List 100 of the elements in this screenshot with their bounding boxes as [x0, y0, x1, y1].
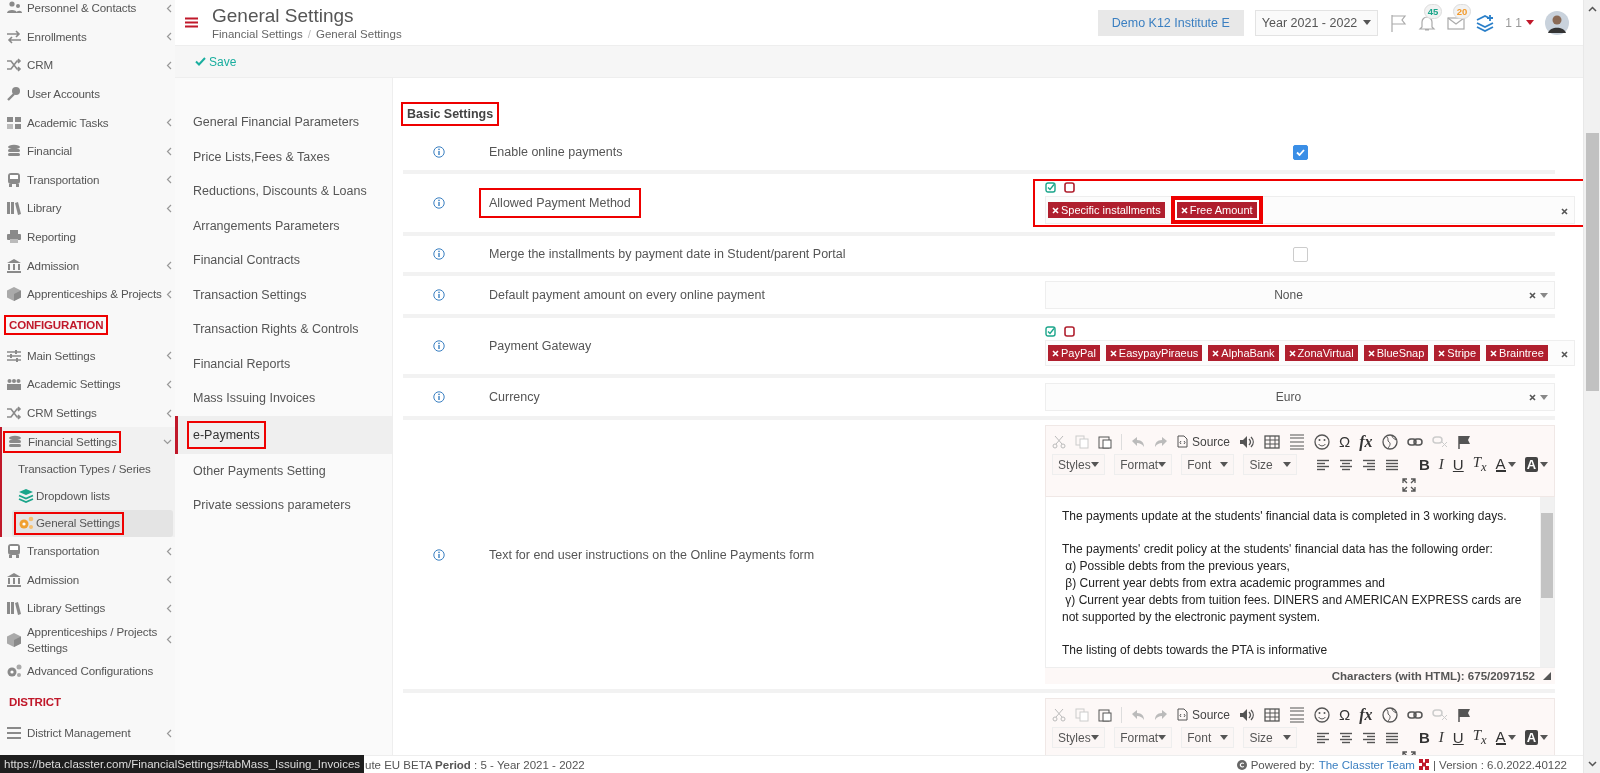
special-character-button[interactable]: Ω — [1339, 432, 1351, 451]
dropdown[interactable]: Format — [1114, 454, 1173, 475]
speaker-icon[interactable] — [1239, 434, 1256, 449]
flag-icon[interactable] — [1456, 434, 1471, 449]
sidebar-item[interactable]: Library Settings — [0, 594, 175, 623]
subnav-item[interactable]: Price Lists,Fees & Taxes — [175, 139, 392, 174]
align-left-icon[interactable] — [1316, 731, 1331, 744]
formula-button[interactable]: fx — [1359, 704, 1373, 725]
select-all-icon[interactable] — [1045, 326, 1056, 337]
tag-field[interactable]: PayPal EasypayPiraeus AlphaBank ZonaVirtual BlueSnap Stripe Braintree — [1045, 340, 1575, 366]
select-field[interactable]: Euro — [1045, 383, 1555, 411]
subnav-item[interactable]: Reductions, Discounts & Loans — [175, 174, 392, 209]
checkbox[interactable] — [1292, 144, 1308, 160]
team-link[interactable]: The Classter Team — [1318, 758, 1415, 771]
horizontal-rule-icon[interactable] — [1289, 706, 1306, 723]
align-center-icon[interactable] — [1339, 731, 1354, 744]
sidebar-subitem[interactable]: Transaction Types / Series — [12, 455, 173, 483]
globe-icon[interactable] — [1381, 433, 1398, 450]
tag[interactable]: Specific installments — [1046, 200, 1167, 220]
globe-icon[interactable] — [1381, 706, 1398, 723]
subnav-item[interactable]: Transaction Rights & Controls — [175, 312, 392, 347]
deselect-all-icon[interactable] — [1064, 182, 1075, 193]
subnav-item[interactable]: Arrangements Parameters — [175, 208, 392, 243]
text-color-button[interactable]: A — [1495, 456, 1516, 473]
dropdown[interactable]: Styles — [1052, 727, 1106, 748]
dropdown[interactable]: Size — [1243, 454, 1297, 475]
sidebar-item[interactable]: Transportation — [0, 165, 175, 195]
dropdown[interactable]: Font — [1181, 727, 1235, 748]
tag[interactable]: ZonaVirtual — [1282, 343, 1360, 363]
clipboard-icon[interactable] — [1098, 707, 1112, 722]
sidebar-item[interactable]: User Accounts — [0, 79, 175, 109]
select-all-icon[interactable] — [1045, 182, 1056, 193]
tag[interactable]: Free Amount — [1172, 198, 1261, 222]
flag-icon[interactable] — [1456, 707, 1471, 722]
sidebar-item[interactable]: Enrollments — [0, 22, 175, 52]
layers-plus-icon[interactable] — [1476, 13, 1495, 32]
sidebar-item[interactable]: Apprenticeships & Projects — [0, 279, 175, 309]
info-icon[interactable] — [433, 391, 445, 403]
source-button[interactable]: Source — [1177, 434, 1231, 449]
align-center-icon[interactable] — [1339, 458, 1354, 471]
special-character-button[interactable]: Ω — [1339, 705, 1351, 724]
justify-icon[interactable] — [1385, 731, 1400, 744]
sidebar-item[interactable]: Apprenticeships / Projects Settings — [0, 622, 175, 658]
sidebar-item[interactable]: CRM — [0, 51, 175, 80]
dropdown[interactable]: Size — [1243, 727, 1297, 748]
bold-button[interactable]: B — [1419, 728, 1430, 747]
maximize-icon[interactable] — [1402, 478, 1416, 492]
info-icon[interactable] — [433, 289, 445, 301]
table-icon[interactable] — [1264, 707, 1281, 722]
align-right-icon[interactable] — [1362, 458, 1377, 471]
source-button[interactable]: Source — [1177, 707, 1231, 722]
sidebar-item[interactable]: Financial Settings — [2, 427, 175, 456]
sidebar-item[interactable]: Academic Settings — [0, 370, 175, 399]
bold-button[interactable]: B — [1419, 455, 1430, 474]
sidebar-subitem[interactable]: General Settings — [12, 509, 173, 537]
justify-icon[interactable] — [1385, 458, 1400, 471]
sidebar-item[interactable]: Main Settings — [0, 341, 175, 371]
deselect-all-icon[interactable] — [1064, 326, 1075, 337]
info-icon[interactable] — [433, 340, 445, 352]
info-icon[interactable] — [433, 548, 445, 561]
subnav-item[interactable]: General Financial Parameters — [175, 105, 392, 140]
tag[interactable]: EasypayPiraeus — [1103, 343, 1205, 363]
tag[interactable]: Braintree — [1484, 343, 1550, 363]
info-icon[interactable] — [433, 197, 445, 209]
table-icon[interactable] — [1264, 434, 1281, 449]
menu-icon[interactable] — [185, 17, 198, 28]
subnav-item[interactable]: Other Payments Setting — [175, 453, 392, 488]
sidebar-item[interactable]: Transportation — [0, 536, 175, 566]
sidebar-subitem[interactable]: Dropdown lists — [12, 482, 173, 510]
sidebar-item[interactable]: Financial — [0, 136, 175, 166]
subnav-item[interactable]: Mass Issuing Invoices — [175, 381, 392, 416]
horizontal-rule-icon[interactable] — [1289, 433, 1306, 450]
text-color-button[interactable]: A — [1495, 729, 1516, 746]
subnav-item[interactable]: Financial Contracts — [175, 243, 392, 278]
subnav-item[interactable]: Private sessions parameters — [175, 488, 392, 523]
remove-format-button[interactable]: T$_{x}$ — [1472, 453, 1487, 476]
remove-format-button[interactable]: T$_{x}$ — [1472, 726, 1487, 749]
sidebar-item[interactable]: Library — [0, 194, 175, 223]
align-right-icon[interactable] — [1362, 731, 1377, 744]
formula-button[interactable]: fx — [1359, 431, 1373, 452]
clipboard-icon[interactable] — [1098, 434, 1112, 449]
tag[interactable]: Stripe — [1432, 343, 1483, 363]
dropdown[interactable]: Font — [1181, 454, 1235, 475]
info-icon[interactable] — [433, 146, 445, 158]
tag-field[interactable]: Specific installments Free Amount — [1045, 196, 1575, 224]
smiley-icon[interactable] — [1314, 706, 1331, 723]
subnav-item[interactable]: e-Payments — [175, 415, 392, 454]
italic-button[interactable]: I — [1438, 455, 1444, 474]
underline-button[interactable]: U — [1452, 455, 1464, 474]
subnav-item[interactable]: Transaction Settings — [175, 277, 392, 312]
sidebar-item[interactable]: Admission — [0, 251, 175, 280]
info-icon[interactable] — [433, 248, 445, 260]
italic-button[interactable]: I — [1438, 728, 1444, 747]
sidebar-item[interactable]: Advanced Configurations — [0, 657, 175, 686]
subnav-item[interactable]: Financial Reports — [175, 346, 392, 381]
underline-button[interactable]: U — [1452, 728, 1464, 747]
sidebar-item[interactable]: CRM Settings — [0, 398, 175, 428]
tag[interactable]: PayPal — [1046, 343, 1102, 363]
sidebar-item[interactable]: District Management — [0, 718, 175, 748]
dropdown[interactable]: Format — [1114, 727, 1173, 748]
